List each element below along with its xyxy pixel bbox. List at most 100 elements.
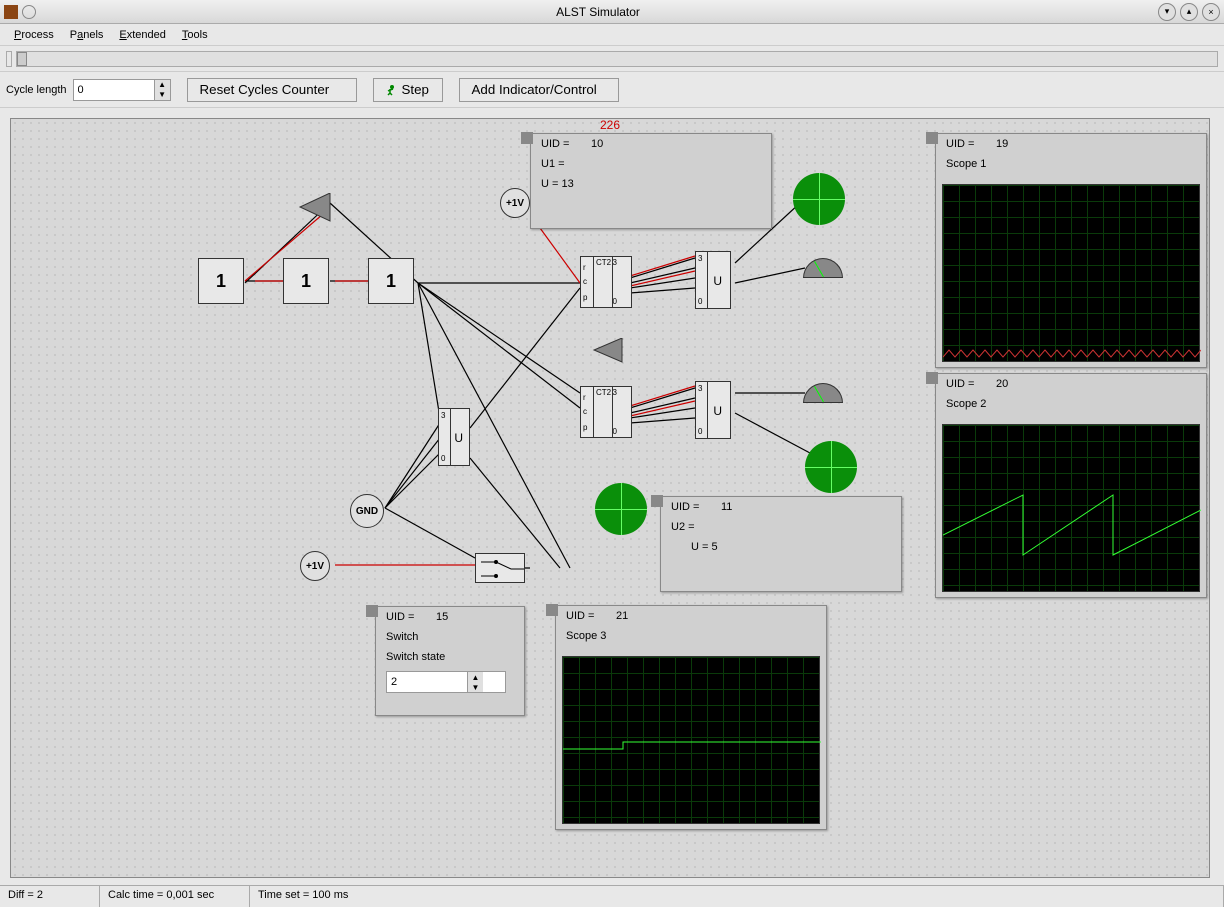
ct2-upper[interactable]: CT2 r c p 3 0 xyxy=(580,256,632,308)
indicator-led-mid[interactable] xyxy=(595,483,647,535)
u-value-10: U = 13 xyxy=(541,178,574,190)
status-diff: Diff = 2 xyxy=(0,886,100,907)
panel-grip-icon[interactable] xyxy=(546,604,558,616)
panel-grip-icon[interactable] xyxy=(521,132,533,144)
u-label-lower: U xyxy=(713,404,722,418)
uid-value: 10 xyxy=(591,138,603,150)
slider-thumb[interactable] xyxy=(17,52,27,66)
inverter-3[interactable]: 1 xyxy=(368,258,414,304)
u-label: U xyxy=(454,431,463,445)
u2-label: U2 = xyxy=(671,521,695,533)
panel-grip-icon[interactable] xyxy=(651,495,663,507)
panel-grip-icon[interactable] xyxy=(926,372,938,384)
menu-panels[interactable]: Panels xyxy=(62,27,112,43)
cycle-length-label: Cycle length xyxy=(6,84,67,96)
uid-label: UID = xyxy=(671,501,721,513)
plus1v-upper[interactable]: +1V xyxy=(500,188,530,218)
uid-label: UID = xyxy=(946,378,996,390)
u-block-upper[interactable]: 3 0 U xyxy=(695,251,731,309)
titlebar-dot-icon xyxy=(22,5,36,19)
switch-state-spinner[interactable]: ▲▼ xyxy=(386,671,506,693)
inverter-1[interactable]: 1 xyxy=(198,258,244,304)
gnd-node[interactable]: GND xyxy=(350,494,384,528)
titlebar: ALST Simulator ▾ ▴ × xyxy=(0,0,1224,24)
scope1-display[interactable] xyxy=(942,184,1200,362)
ct2-label-lower: CT2 xyxy=(596,388,611,397)
panel-uid10[interactable]: UID =10 U1 = U = 13 xyxy=(530,133,772,229)
port-c: c xyxy=(583,277,587,286)
uid-label: UID = xyxy=(541,138,591,150)
window-title: ALST Simulator xyxy=(42,5,1154,19)
uid-value: 20 xyxy=(996,378,1008,390)
uid-value: 11 xyxy=(721,501,732,513)
port-p2: p xyxy=(583,423,587,432)
panel-uid21-scope3[interactable]: UID =21 Scope 3 xyxy=(555,605,827,830)
maximize-button[interactable]: ▴ xyxy=(1180,3,1198,21)
scope2-title: Scope 2 xyxy=(946,398,986,410)
scope1-title: Scope 1 xyxy=(946,158,986,170)
cycle-length-input[interactable] xyxy=(74,80,154,100)
port-3-l: 3 xyxy=(698,384,702,393)
port-0-label: 0 xyxy=(441,454,445,463)
port-0-u: 0 xyxy=(698,297,702,306)
controls-bar: Cycle length ▲▼ Reset Cycles Counter Ste… xyxy=(0,72,1224,108)
ct2-lower[interactable]: CT2 r c p 3 0 xyxy=(580,386,632,438)
spinner-up[interactable]: ▲ xyxy=(468,672,483,682)
reset-cycles-button[interactable]: Reset Cycles Counter xyxy=(187,78,357,102)
scope3-display[interactable] xyxy=(562,656,820,824)
menubar: Process Panels Extended Tools xyxy=(0,24,1224,46)
canvas-area[interactable]: 226 xyxy=(0,108,1224,883)
spinner-down[interactable]: ▼ xyxy=(155,90,170,100)
inverter-2[interactable]: 1 xyxy=(283,258,329,304)
u-block-lower[interactable]: 3 0 U xyxy=(695,381,731,439)
panel-grip-icon[interactable] xyxy=(926,132,938,144)
step-button[interactable]: Step xyxy=(373,78,443,102)
u1-label: U1 = xyxy=(541,158,565,170)
panel-uid15-switch[interactable]: UID =15 Switch Switch state ▲▼ xyxy=(375,606,525,716)
add-indicator-button[interactable]: Add Indicator/Control xyxy=(459,78,619,102)
scope3-title: Scope 3 xyxy=(566,630,606,642)
port-p: p xyxy=(583,293,587,302)
port-c2: c xyxy=(583,407,587,416)
switch-title: Switch xyxy=(386,631,418,643)
progress-slider[interactable] xyxy=(16,51,1218,67)
cycle-length-spinner[interactable]: ▲▼ xyxy=(73,79,171,101)
port-r2: r xyxy=(583,393,586,402)
menu-tools[interactable]: Tools xyxy=(174,27,216,43)
u-value-11: U = 5 xyxy=(691,541,718,553)
port-0: 0 xyxy=(613,297,617,306)
statusbar: Diff = 2 Calc time = 0,001 sec Time set … xyxy=(0,885,1224,907)
buffer-mid[interactable] xyxy=(590,338,626,364)
spinner-up[interactable]: ▲ xyxy=(155,80,170,90)
uid-value: 21 xyxy=(616,610,628,622)
minimize-button[interactable]: ▾ xyxy=(1158,3,1176,21)
port-3-label: 3 xyxy=(441,411,445,420)
step-run-icon xyxy=(386,84,398,96)
scope2-display[interactable] xyxy=(942,424,1200,592)
uid-value: 15 xyxy=(436,611,448,623)
status-time-set: Time set = 100 ms xyxy=(250,886,1224,907)
menu-process[interactable]: Process xyxy=(6,27,62,43)
plus1v-lower[interactable]: +1V xyxy=(300,551,330,581)
port-3-u: 3 xyxy=(698,254,702,263)
port-r: r xyxy=(583,263,586,272)
close-button[interactable]: × xyxy=(1202,3,1220,21)
uid-label: UID = xyxy=(386,611,436,623)
panel-uid20-scope2[interactable]: UID =20 Scope 2 xyxy=(935,373,1207,598)
spinner-down[interactable]: ▼ xyxy=(468,682,483,692)
cycle-count-label: 226 xyxy=(600,118,620,132)
switch-state-input[interactable] xyxy=(387,672,467,692)
panel-grip-icon[interactable] xyxy=(366,605,378,617)
indicator-led-upper[interactable] xyxy=(793,173,845,225)
toolbar-slider-strip xyxy=(0,46,1224,72)
buffer-upper[interactable] xyxy=(295,193,335,223)
panel-uid11[interactable]: UID =11 U2 = U = 5 xyxy=(660,496,902,592)
u-block-mid[interactable]: 3 0 U xyxy=(438,408,470,466)
menu-extended[interactable]: Extended xyxy=(111,27,174,43)
uid-label: UID = xyxy=(566,610,616,622)
toolbar-grip[interactable] xyxy=(6,51,12,67)
panel-uid19-scope1[interactable]: UID =19 Scope 1 xyxy=(935,133,1207,368)
indicator-led-lower[interactable] xyxy=(805,441,857,493)
uid-label: UID = xyxy=(946,138,996,150)
switch-block[interactable] xyxy=(475,553,525,583)
